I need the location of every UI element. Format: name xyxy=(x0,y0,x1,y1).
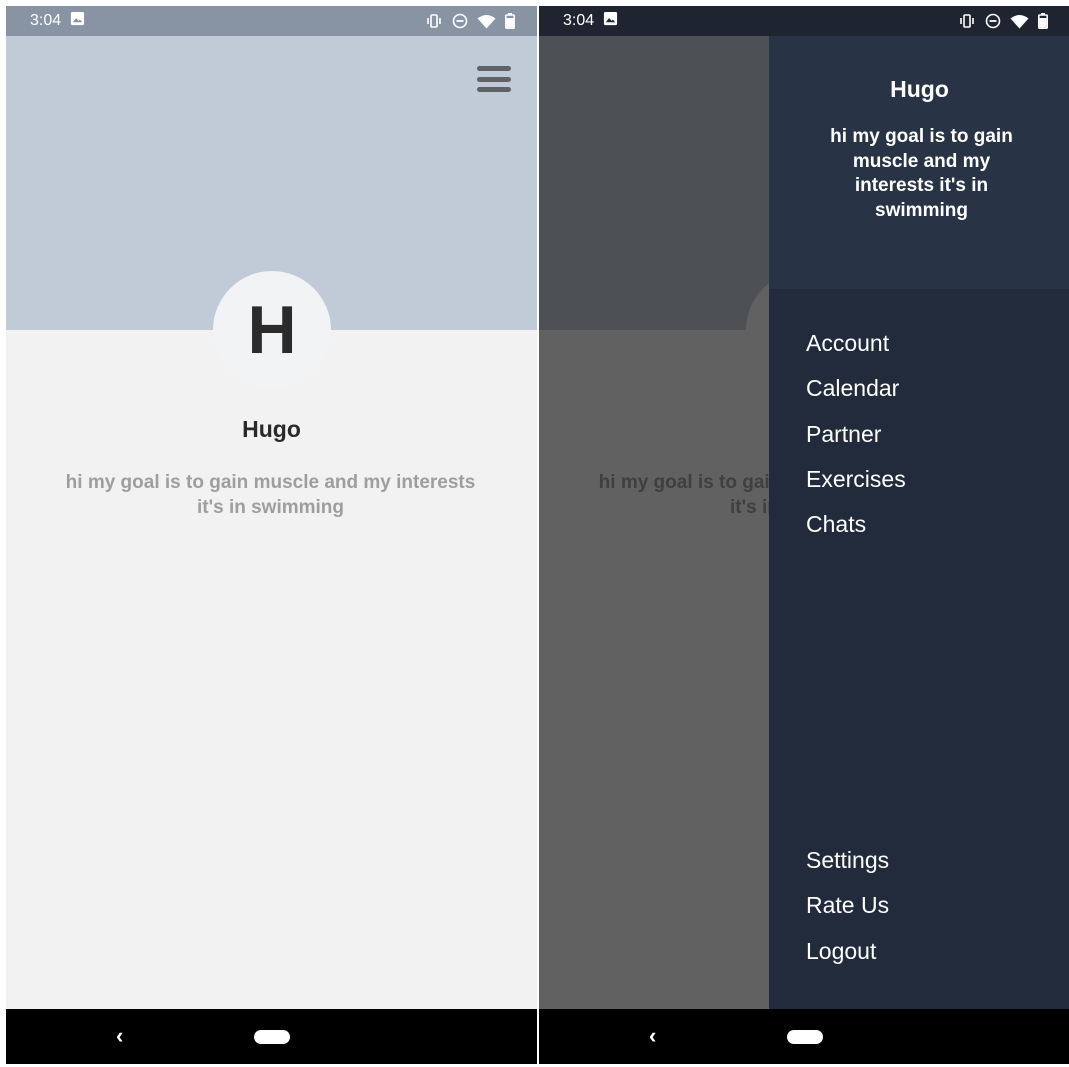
drawer-item-exercises[interactable]: Exercises xyxy=(806,462,906,507)
hamburger-menu-icon[interactable] xyxy=(477,64,511,94)
drawer-bottom-menu: Settings Rate Us Logout xyxy=(806,843,889,979)
drawer-item-chats[interactable]: Chats xyxy=(806,507,906,552)
navigation-bar: ‹ xyxy=(539,1009,1069,1064)
image-notification-icon xyxy=(70,11,85,31)
drawer-header: Hugo hi my goal is to gain muscle and my… xyxy=(769,36,1069,289)
profile-name: Hugo xyxy=(242,416,301,442)
status-bar: 3:04 xyxy=(6,6,537,36)
do-not-disturb-icon xyxy=(452,13,468,29)
drawer-item-rate-us[interactable]: Rate Us xyxy=(806,888,889,933)
profile-screen: H Hugo hi my goal is to gain muscle and … xyxy=(6,36,537,1009)
phone-drawer-open: 3:04 H Hugo hi my goal is to gain muscle xyxy=(539,6,1069,1064)
drawer-user-bio: hi my goal is to gain muscle and my inte… xyxy=(830,126,1013,221)
battery-icon xyxy=(1038,13,1048,29)
vibrate-icon xyxy=(958,14,976,28)
back-icon[interactable]: ‹ xyxy=(649,1023,656,1049)
home-pill-button[interactable] xyxy=(254,1030,290,1044)
do-not-disturb-icon xyxy=(985,13,1001,29)
drawer-item-settings[interactable]: Settings xyxy=(806,843,889,888)
phone-profile-screen: 3:04 H Hugo hi my goal is to gain muscle xyxy=(6,6,537,1064)
status-time: 3:04 xyxy=(30,12,62,29)
status-time: 3:04 xyxy=(563,12,595,29)
drawer-item-account[interactable]: Account xyxy=(806,326,906,371)
status-bar: 3:04 xyxy=(539,6,1069,36)
navigation-drawer: Hugo hi my goal is to gain muscle and my… xyxy=(769,36,1069,1009)
wifi-icon xyxy=(1010,14,1029,29)
drawer-item-logout[interactable]: Logout xyxy=(806,934,889,979)
home-pill-button[interactable] xyxy=(787,1030,823,1044)
drawer-user-name: Hugo xyxy=(890,76,949,102)
navigation-bar: ‹ xyxy=(6,1009,537,1064)
avatar: H xyxy=(213,271,331,389)
vibrate-icon xyxy=(425,14,443,28)
wifi-icon xyxy=(477,14,496,29)
drawer-item-calendar[interactable]: Calendar xyxy=(806,371,906,416)
back-icon[interactable]: ‹ xyxy=(116,1023,123,1049)
profile-bio: hi my goal is to gain muscle and my inte… xyxy=(65,472,476,518)
battery-icon xyxy=(505,13,515,29)
drawer-item-partner[interactable]: Partner xyxy=(806,417,906,462)
image-notification-icon xyxy=(603,11,618,31)
drawer-menu: Account Calendar Partner Exercises Chats xyxy=(806,326,906,552)
